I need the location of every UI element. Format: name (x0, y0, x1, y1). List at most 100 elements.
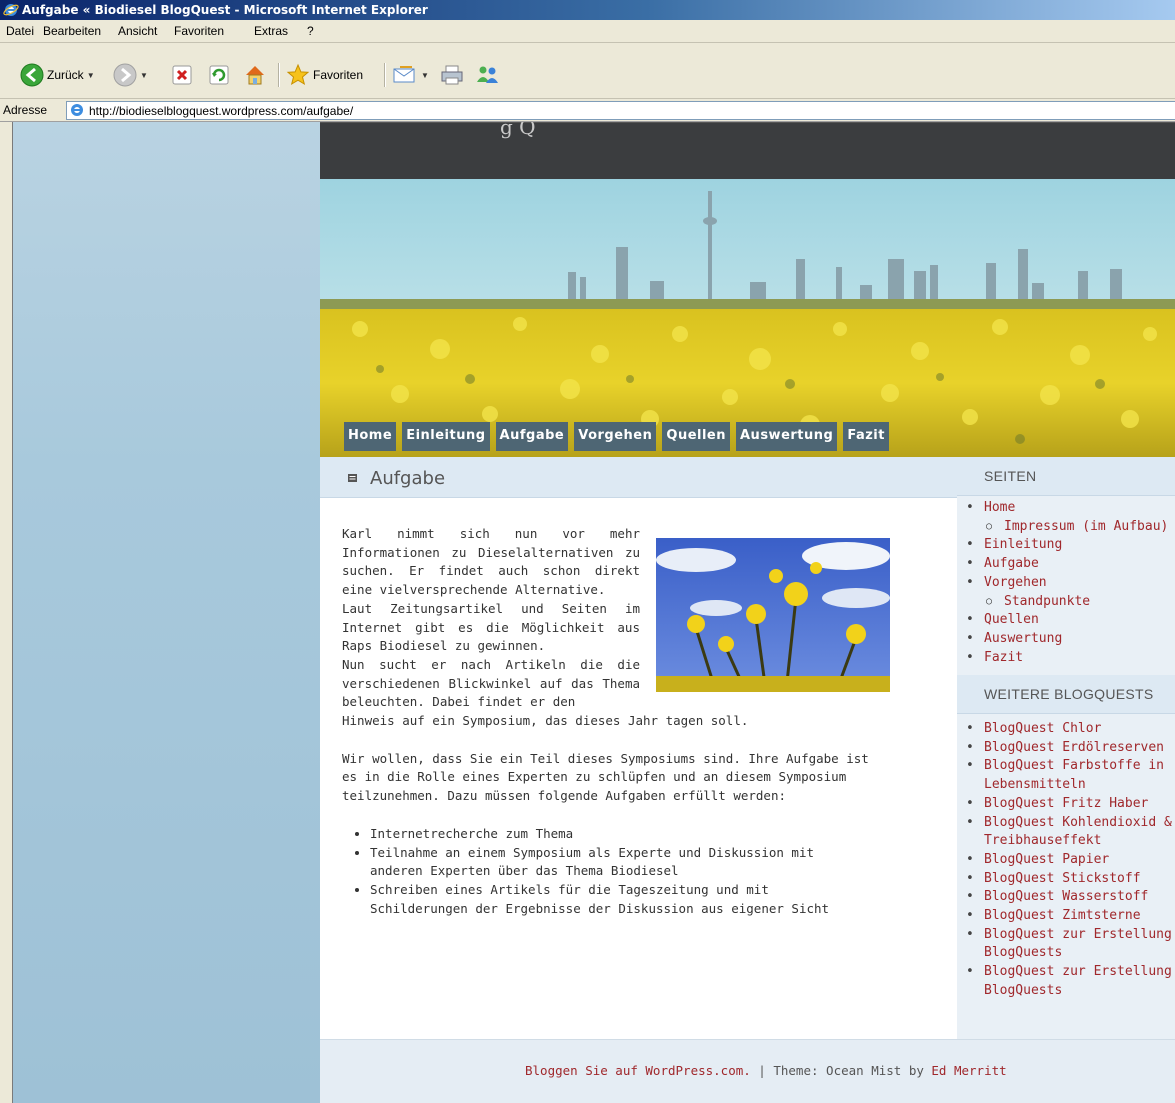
sidebar-item-aufgabe[interactable]: Aufgabe (957, 555, 1175, 574)
theme-author-link[interactable]: Ed Merritt (931, 1063, 1006, 1078)
nav-home[interactable]: Home (344, 422, 397, 451)
menu-extras[interactable]: Extras (254, 24, 288, 38)
toolbar-separator (384, 63, 386, 87)
sidebar-link-erstellung-2[interactable]: BlogQuest zur Erstellung von (957, 963, 1175, 982)
stop-button[interactable] (171, 62, 193, 88)
favorites-label: Favoriten (313, 68, 364, 82)
post-header: Aufgabe (320, 457, 957, 498)
menu-ansicht[interactable]: Ansicht (118, 24, 157, 38)
blog-title-cropped: g Q (500, 122, 536, 139)
nav-aufgabe[interactable]: Aufgabe (495, 422, 569, 451)
sidebar-link-zimtsterne[interactable]: BlogQuest Zimtsterne (957, 907, 1175, 926)
messenger-button[interactable] (475, 62, 501, 88)
sidebar-link-erdoel[interactable]: BlogQuest Erdölreserven (957, 739, 1175, 758)
banner-image (320, 179, 1175, 457)
blog-header: g Q (320, 122, 1175, 180)
list-item: Teilnahme an einem Symposium als Experte… (370, 844, 874, 881)
sidebar-item-home[interactable]: Home (957, 499, 1175, 518)
sidebar-link-erstellung-2-cont[interactable]: BlogQuests (957, 982, 1175, 1001)
pages-list: Home Impressum (im Aufbau) Einleitung Au… (957, 499, 1175, 667)
window-title: Aufgabe « Biodiesel BlogQuest - Microsof… (22, 3, 428, 17)
nav-auswertung[interactable]: Auswertung (736, 422, 838, 451)
document-icon (348, 474, 357, 482)
back-label: Zurück (47, 68, 84, 82)
sidebar-item-quellen[interactable]: Quellen (957, 611, 1175, 630)
star-icon (286, 63, 310, 86)
page-icon (71, 104, 83, 116)
footer-text: Bloggen Sie auf WordPress.com. | Theme: … (525, 1063, 1007, 1078)
menu-favoriten[interactable]: Favoriten (174, 24, 224, 38)
browser-viewport: g Q Home Einleitung Aufgabe Vorgehen Que… (0, 122, 1175, 1103)
sidebar-link-farbstoffe[interactable]: BlogQuest Farbstoffe in (957, 757, 1175, 776)
nav-einleitung[interactable]: Einleitung (402, 422, 490, 451)
menu-bar: Datei Bearbeiten Ansicht Favoriten Extra… (0, 20, 1175, 43)
address-url: http://biodieselblogquest.wordpress.com/… (89, 104, 354, 118)
menu-bearbeiten[interactable]: Bearbeiten (43, 24, 101, 38)
home-icon (246, 66, 264, 85)
toolbar-separator (278, 63, 280, 87)
menu-help[interactable]: ? (307, 24, 314, 38)
post-paragraph: Laut Zeitungsartikel und Seiten im Inter… (342, 600, 640, 654)
nav-vorgehen[interactable]: Vorgehen (574, 422, 657, 451)
list-item: Internetrecherche zum Thema (370, 825, 874, 844)
chevron-down-icon[interactable]: ▼ (421, 71, 429, 80)
window-title-bar: Aufgabe « Biodiesel BlogQuest - Microsof… (0, 0, 1175, 20)
toolbar: Zurück ▼ ▼ Favoriten ▼ (0, 43, 1175, 99)
sidebar-item-einleitung[interactable]: Einleitung (957, 536, 1175, 555)
post-title: Aufgabe (370, 468, 446, 489)
page-footer: Bloggen Sie auf WordPress.com. | Theme: … (320, 1039, 1175, 1103)
sidebar-link-chlor[interactable]: BlogQuest Chlor (957, 720, 1175, 739)
sidebar-item-vorgehen[interactable]: Vorgehen (957, 574, 1175, 593)
sidebar-link-wasserstoff[interactable]: BlogQuest Wasserstoff (957, 888, 1175, 907)
sidebar-link-kohlendioxid-cont[interactable]: Treibhauseffekt (957, 832, 1175, 851)
home-button[interactable] (243, 62, 267, 88)
favorites-button[interactable]: Favoriten (286, 62, 363, 88)
blog-page: g Q Home Einleitung Aufgabe Vorgehen Que… (320, 122, 1175, 1103)
refresh-button[interactable] (208, 62, 230, 88)
sidebar: SEITEN Home Impressum (im Aufbau) Einlei… (957, 457, 1175, 1039)
sidebar-link-erstellung-1-cont[interactable]: BlogQuests (957, 944, 1175, 963)
address-input[interactable]: http://biodieselblogquest.wordpress.com/… (66, 101, 1175, 120)
task-list: Internetrecherche zum Thema Teilnahme an… (342, 825, 874, 919)
post-paragraph: Karl nimmt sich nun vor mehr Information… (342, 526, 640, 598)
list-item: Schreiben eines Artikels für die Tagesze… (370, 881, 874, 918)
sidebar-heading-blogquests: WEITERE BLOGQUESTS (957, 675, 1175, 714)
chevron-down-icon[interactable]: ▼ (140, 71, 148, 80)
back-button[interactable]: Zurück ▼ (20, 62, 95, 88)
sidebar-item-auswertung[interactable]: Auswertung (957, 630, 1175, 649)
sidebar-item-fazit[interactable]: Fazit (957, 649, 1175, 668)
print-button[interactable] (440, 62, 464, 88)
footer-separator: | Theme: Ocean Mist by (750, 1063, 932, 1078)
address-bar: Adresse http://biodieselblogquest.wordpr… (0, 99, 1175, 122)
chevron-down-icon[interactable]: ▼ (87, 71, 95, 80)
menu-datei[interactable]: Datei (6, 24, 34, 38)
stop-icon (172, 65, 192, 85)
refresh-icon (209, 65, 229, 85)
nav-quellen[interactable]: Quellen (662, 422, 730, 451)
mail-button[interactable]: ▼ (392, 62, 429, 88)
sidebar-link-haber[interactable]: BlogQuest Fritz Haber (957, 795, 1175, 814)
nav-fazit[interactable]: Fazit (843, 422, 889, 451)
sidebar-heading-text: SEITEN (984, 468, 1037, 484)
blogquests-list: BlogQuest Chlor BlogQuest Erdölreserven … (957, 720, 1175, 1001)
sidebar-link-kohlendioxid[interactable]: BlogQuest Kohlendioxid & (957, 814, 1175, 833)
main-nav: Home Einleitung Aufgabe Vorgehen Quellen… (344, 422, 889, 451)
sidebar-link-stickstoff[interactable]: BlogQuest Stickstoff (957, 870, 1175, 889)
wordpress-link[interactable]: Bloggen Sie auf WordPress.com. (525, 1063, 751, 1078)
back-arrow-icon (20, 63, 44, 87)
forward-arrow-icon (113, 63, 137, 87)
print-icon (441, 65, 463, 85)
internet-explorer-icon (3, 4, 19, 16)
forward-button[interactable]: ▼ (113, 62, 148, 88)
sidebar-item-impressum[interactable]: Impressum (im Aufbau) (957, 518, 1175, 537)
post-paragraph: Wir wollen, dass Sie ein Teil dieses Sym… (342, 750, 869, 804)
sidebar-link-farbstoffe-cont[interactable]: Lebensmitteln (957, 776, 1175, 795)
post-paragraph: Hinweis auf ein Symposium, das dieses Ja… (342, 713, 749, 729)
address-label: Adresse (3, 103, 48, 117)
mail-icon (393, 66, 415, 83)
sidebar-link-erstellung-1[interactable]: BlogQuest zur Erstellung von (957, 926, 1175, 945)
sidebar-heading-text: WEITERE BLOGQUESTS (984, 686, 1154, 702)
sidebar-link-papier[interactable]: BlogQuest Papier (957, 851, 1175, 870)
sidebar-item-standpunkte[interactable]: Standpunkte (957, 593, 1175, 612)
post-paragraph: Nun sucht er nach Artikeln die die versc… (342, 656, 640, 710)
